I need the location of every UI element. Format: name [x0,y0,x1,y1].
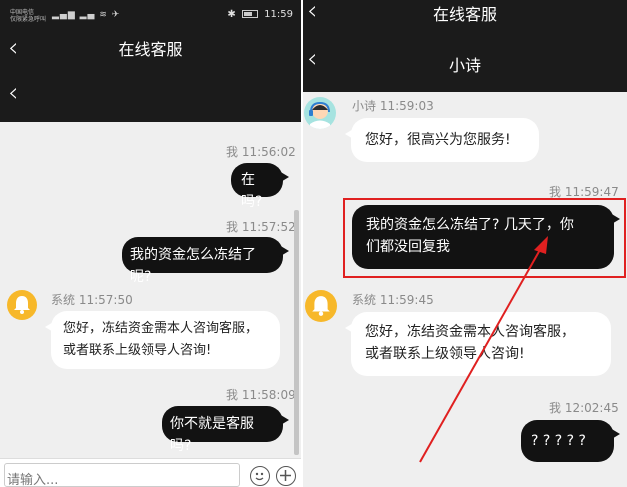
message-text: 您好，冻结资金需本人咨询客服， [365,324,575,340]
message-text: 我的资金怎么冻结了呢? [130,247,256,285]
message-time: 11:59:47 [564,185,619,199]
message-time: 11:57:50 [78,293,133,307]
message-timestamp: 小诗 11:59:03 [352,97,434,114]
message-time: 12:02:45 [564,401,619,415]
back-arrow-icon[interactable]: ‹ [307,44,317,74]
scrollbar[interactable] [294,210,299,455]
sender-name: 我 [226,145,239,159]
back-arrow-icon[interactable]: ‹ [8,78,18,108]
message-bubble-incoming: 您好，冻结资金需本人咨询客服， 或者联系上级领导人咨询! [345,312,611,376]
left-chat-screenshot: 中国电信 仅限紧急呼叫 ▂▄▆ ▂▄ ≋ ✈ ✱ 11:59 ‹ 在线客服 ‹ … [0,0,301,487]
message-text: 或者联系上级领导人咨询! [63,343,212,358]
message-time: 11:56:02 [241,145,296,159]
agent-header-bar: ‹ 小诗 [303,36,627,92]
emoji-icon[interactable] [250,466,270,486]
message-text: 或者联系上级领导人咨询! [365,346,525,362]
message-text: 您好，很高兴为您服务! [365,132,511,148]
message-bubble-outgoing: 在吗? [231,163,289,210]
message-timestamp: 我 12:02:45 [549,399,619,416]
carrier-line-2: 仅限紧急呼叫 [10,16,47,23]
message-time: 11:58:09 [241,388,296,402]
message-bubble-outgoing: ? ? ? ? ? [521,420,620,462]
carrier-text: 中国电信 仅限紧急呼叫 [10,9,46,23]
battery-icon [241,10,258,18]
back-arrow-icon[interactable]: ‹ [8,33,18,63]
sender-name: 我 [226,220,239,234]
annotation-highlight-box [343,198,626,278]
agent-name-title: 小诗 [448,56,481,75]
page-title: 在线客服 [118,40,183,59]
message-time: 11:59:03 [379,99,434,113]
input-bar: 请输入... [0,458,301,487]
sender-name: 小诗 [352,99,377,113]
message-timestamp: 系统 11:57:50 [51,291,133,308]
back-arrow-icon[interactable]: ‹ [307,0,317,26]
message-bubble-incoming: 您好，冻结资金需本人咨询客服， 或者联系上级领导人咨询! [45,311,280,369]
message-text: 您好，冻结资金需本人咨询客服， [63,321,259,336]
bell-icon [7,290,37,320]
plus-icon[interactable] [276,466,296,486]
sender-name: 系统 [51,293,76,307]
status-bar: 中国电信 仅限紧急呼叫 ▂▄▆ ▂▄ ≋ ✈ ✱ 11:59 [0,0,301,30]
message-timestamp: 我 11:57:52 [226,218,296,235]
signal-icon: ▂▄▆ ▂▄ ≋ ✈ [52,10,121,20]
message-text: ? ? ? ? ? [531,433,586,449]
sender-name: 我 [549,401,562,415]
sender-name: 系统 [352,293,377,307]
message-timestamp: 我 11:58:09 [226,386,296,403]
page-title: 在线客服 [432,5,497,24]
message-bubble-incoming: 您好，很高兴为您服务! [345,118,539,162]
message-text: 在吗? [241,172,263,210]
message-time: 11:59:45 [379,293,434,307]
status-right: ✱ 11:59 [227,9,293,20]
carrier-line-1: 中国电信 [10,9,35,16]
status-time: 11:59 [264,9,293,20]
message-text: 你不就是客服吗? [170,416,254,454]
bell-icon [305,290,337,322]
sender-name: 我 [549,185,562,199]
bluetooth-icon: ✱ [227,9,236,20]
sender-name: 我 [226,388,239,402]
sub-header-bar: ‹ [0,70,301,122]
message-timestamp: 我 11:56:02 [226,143,296,160]
header-bar: ‹ 在线客服 [0,30,301,70]
message-input[interactable]: 请输入... [4,463,240,487]
message-timestamp: 系统 11:59:45 [352,291,434,308]
message-bubble-outgoing: 你不就是客服吗? [162,406,289,454]
header-bar: ‹ 在线客服 [303,0,627,36]
message-bubble-outgoing: 我的资金怎么冻结了呢? [122,237,289,285]
customer-service-avatar-icon [304,97,336,129]
message-time: 11:57:52 [241,220,296,234]
